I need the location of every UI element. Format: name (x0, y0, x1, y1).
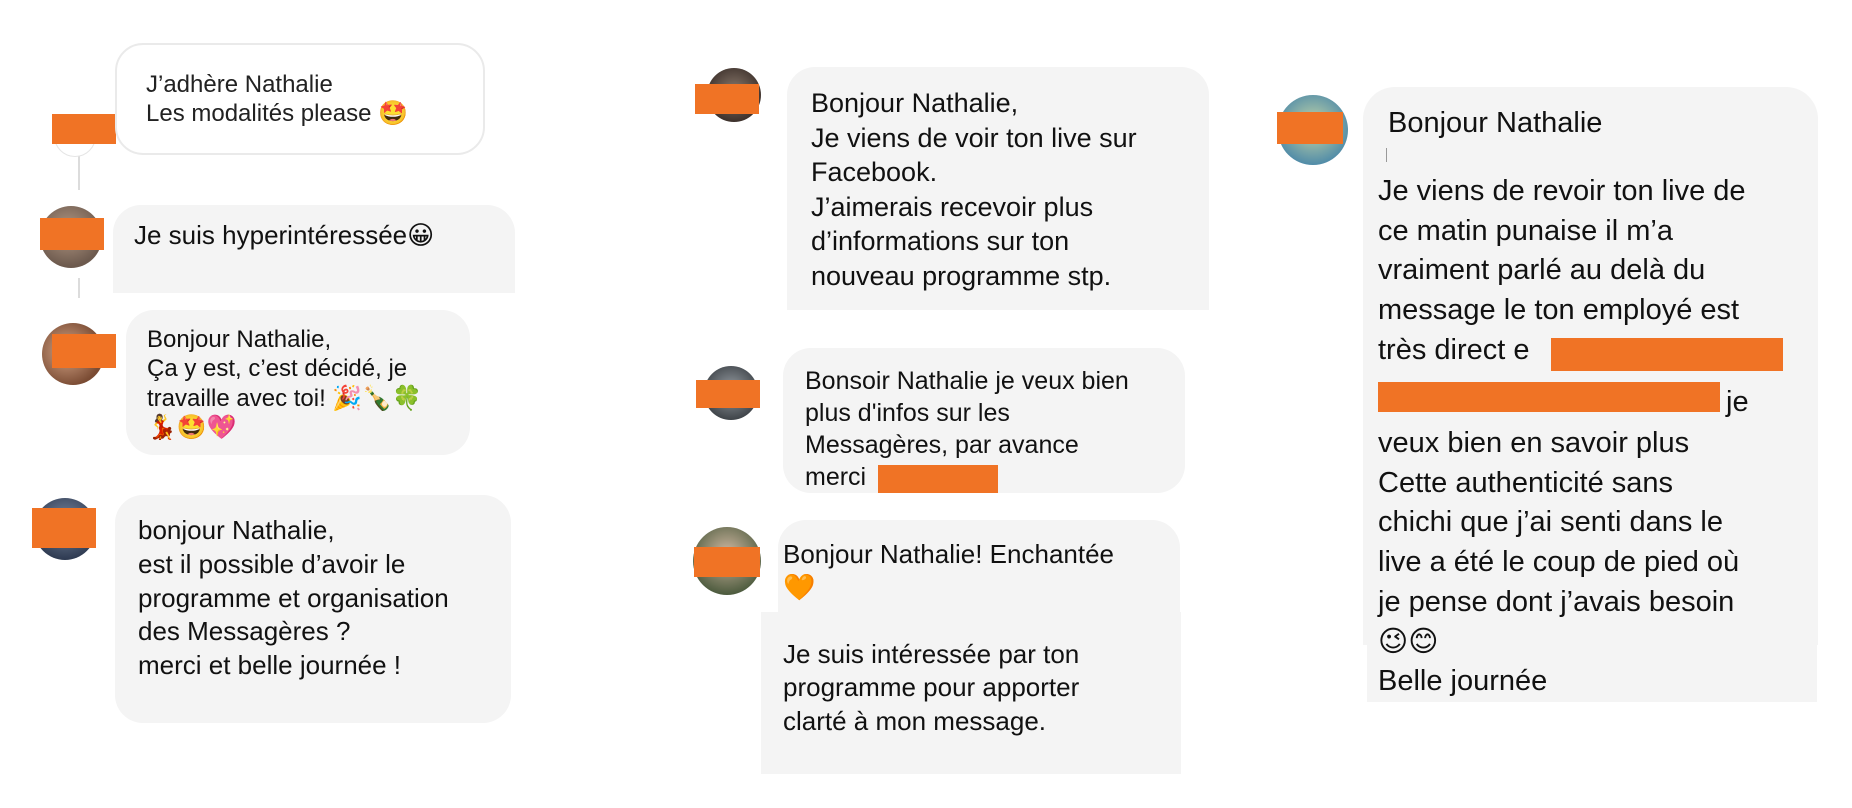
redaction-bar (696, 380, 760, 408)
redaction-bar (1378, 382, 1720, 412)
redaction-bar (878, 465, 998, 493)
message-text-4: bonjour Nathalie, est il possible d’avoi… (138, 515, 449, 681)
thread-divider (78, 278, 80, 298)
redaction-bar (1277, 112, 1343, 144)
redaction-bar (52, 114, 116, 144)
message-text-2: Je suis hyperintéressée😀 (134, 220, 435, 250)
redaction-bar (40, 218, 104, 250)
message-text-1: J’adhère Nathalie Les modalités please 🤩 (146, 71, 409, 128)
redaction-bar (1551, 338, 1783, 371)
message-text-3: Bonjour Nathalie, Ça y est, c’est décidé… (147, 326, 423, 441)
message-body-9b: je (1726, 386, 1749, 418)
text-cursor (1386, 148, 1387, 162)
redaction-bar (32, 508, 96, 548)
message-text-7: Bonjour Nathalie! Enchantée 🧡 (783, 539, 1115, 603)
message-greeting-9: Bonjour Nathalie (1388, 107, 1603, 139)
message-text-5: Bonjour Nathalie, Je viens de voir ton l… (811, 88, 1137, 291)
message-body-9c: veux bien en savoir plus Cette authentic… (1378, 427, 1740, 698)
redaction-bar (52, 334, 116, 368)
redaction-bar (694, 547, 760, 577)
redaction-bar (695, 84, 759, 114)
message-text-8: Je suis intéressée par ton programme pou… (783, 639, 1080, 736)
